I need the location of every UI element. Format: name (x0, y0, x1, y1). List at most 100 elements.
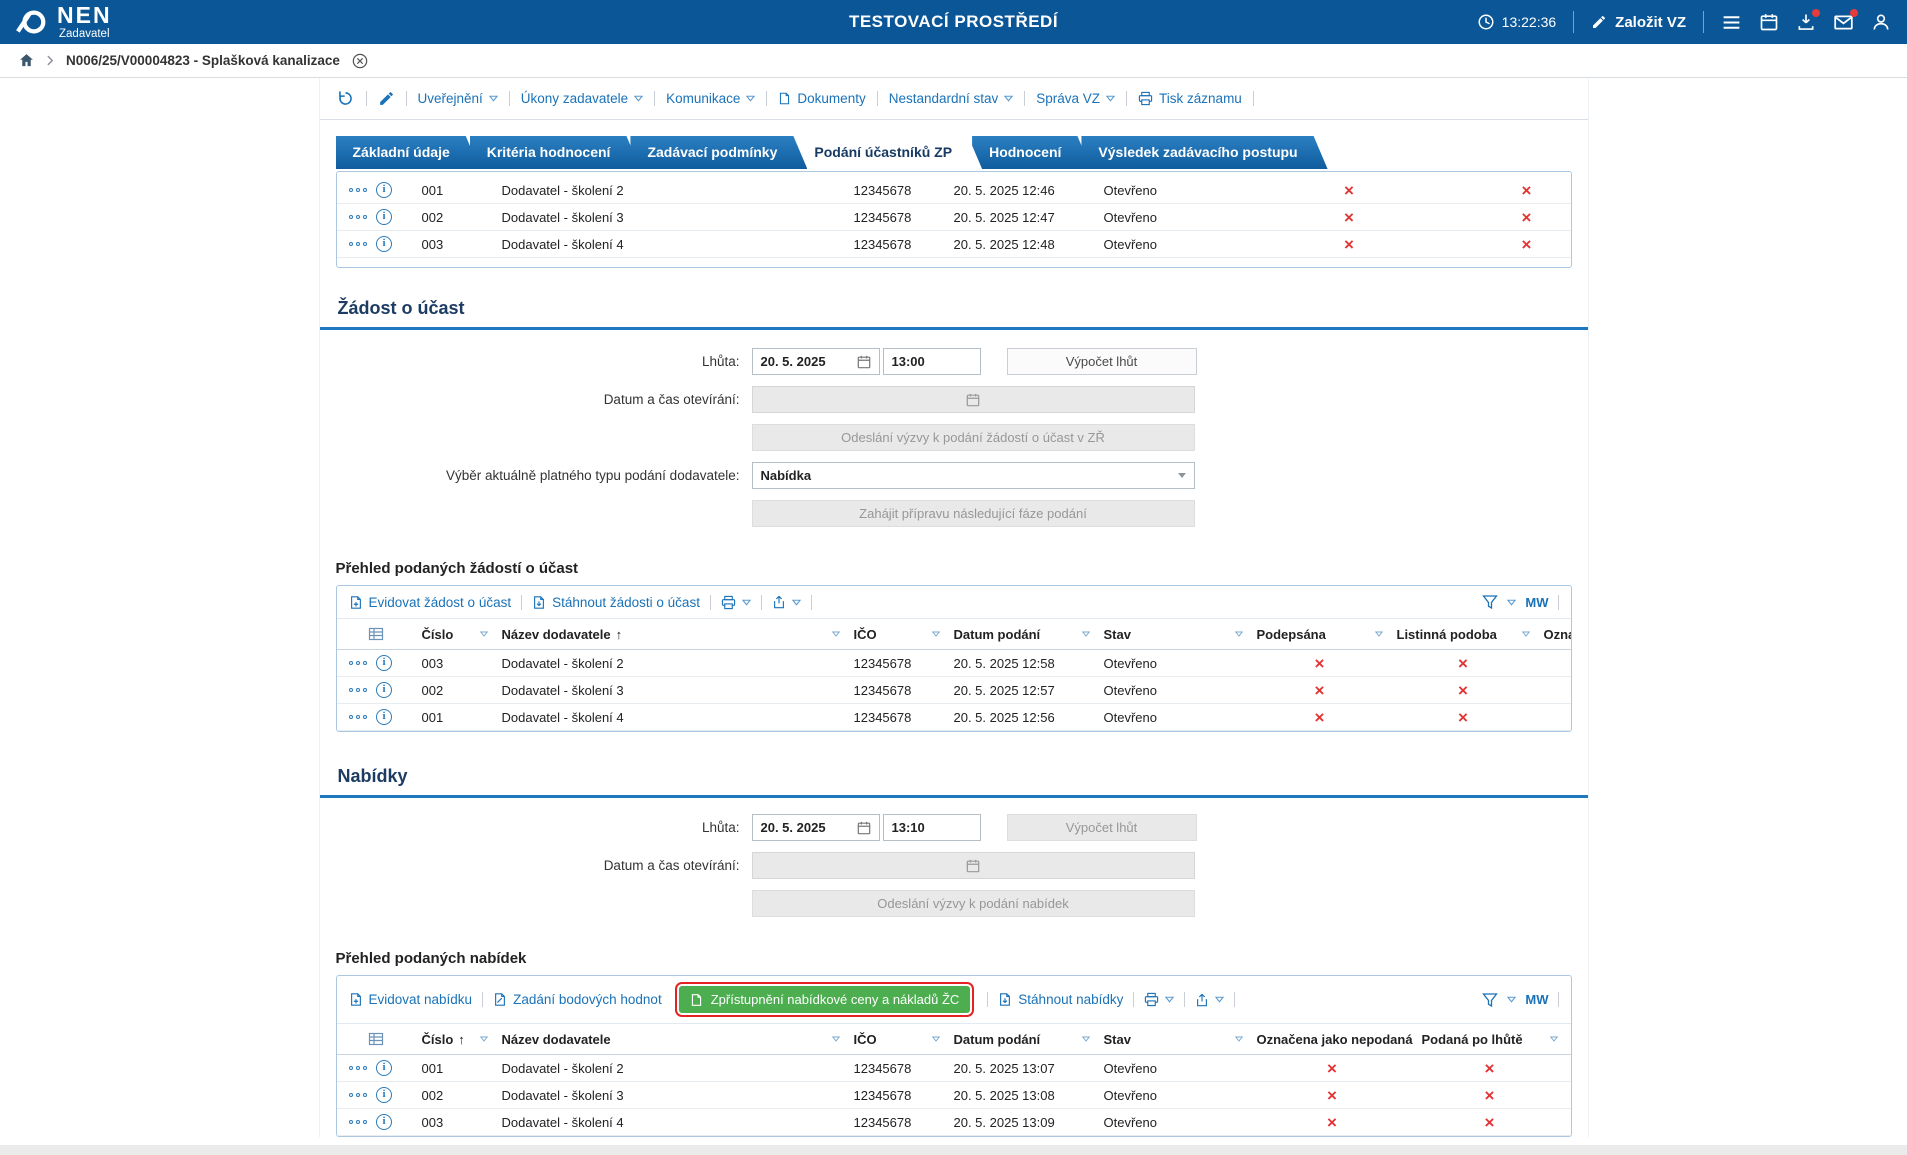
datum-oteviranni-label: Datum a čas otevírání: (603, 392, 740, 407)
column-header-oznacena[interactable]: Označena jako nepodaná (1537, 627, 1571, 642)
create-vz-button[interactable]: Založit VZ (1591, 14, 1686, 31)
tab-hodnoceni[interactable]: Hodnocení (972, 136, 1091, 169)
column-header-dodavatel[interactable]: Název dodavatele (495, 1032, 847, 1047)
record-breadcrumb-title[interactable]: N006/25/V00004823 - Splašková kanalizace (66, 53, 340, 68)
column-settings-icon[interactable] (337, 626, 415, 642)
lhuta-time-input[interactable]: 13:10 (882, 814, 981, 841)
row-actions-icon[interactable] (348, 214, 367, 220)
info-icon[interactable] (376, 682, 392, 698)
lhuta-label: Lhůta: (701, 820, 740, 835)
table-row[interactable]: 002 Dodavatel - školení 3 12345678 20. 5… (336, 677, 1571, 704)
row-actions-icon[interactable] (348, 687, 367, 693)
menu-ukony-zadavatele[interactable]: Úkony zadavatele (521, 91, 644, 106)
export-table-button[interactable] (772, 595, 801, 609)
zadani-bodovych-hodnot-button[interactable]: Zadání bodových hodnot (493, 992, 662, 1007)
column-header-podepsana[interactable]: Podepsána (1250, 627, 1390, 642)
chevron-down-icon (488, 95, 498, 102)
mw-button[interactable]: MW (1525, 992, 1548, 1007)
menu-nestandardni-stav[interactable]: Nestandardní stav (889, 91, 1014, 106)
export-table-button[interactable] (1195, 993, 1225, 1007)
menu-dokumenty[interactable]: Dokumenty (778, 91, 866, 106)
cross-icon: × (1327, 1058, 1337, 1078)
table-row[interactable]: 001 Dodavatel - školení 4 12345678 20. 5… (336, 704, 1571, 731)
info-icon[interactable] (376, 236, 392, 252)
menu-uverejneni[interactable]: Uveřejnění (418, 91, 498, 106)
column-header-stav[interactable]: Stav (1097, 627, 1250, 642)
column-header-datum[interactable]: Datum podání (947, 1032, 1097, 1047)
page-bottom-scrollbar[interactable] (0, 1145, 1907, 1155)
column-header-podana[interactable]: Podaná po lhůtě (1415, 1032, 1565, 1047)
evidovat-nabidku-button[interactable]: Evidovat nabídku (349, 992, 472, 1007)
column-header-stav[interactable]: Stav (1097, 1032, 1250, 1047)
stahnout-nabidky-button[interactable]: Stáhnout nabídky (998, 992, 1123, 1007)
stahnout-zadosti-button[interactable]: Stáhnout žádosti o účast (532, 595, 700, 610)
table-row[interactable]: 003 Dodavatel - školení 4 12345678 20. 5… (336, 1109, 1571, 1136)
mw-button[interactable]: MW (1525, 595, 1548, 610)
column-settings-icon[interactable] (337, 1031, 415, 1047)
filter-icon[interactable] (1482, 594, 1499, 610)
column-header-oznacena[interactable]: Označena jako nepodaná (1250, 1032, 1415, 1047)
info-icon[interactable] (376, 209, 392, 225)
toolbar-separator (1234, 992, 1236, 1007)
info-icon[interactable] (376, 1114, 392, 1130)
info-icon[interactable] (376, 182, 392, 198)
column-header-ico[interactable]: IČO (847, 1032, 947, 1047)
nen-logo-icon (16, 6, 48, 38)
column-header-datum[interactable]: Datum podání (947, 627, 1097, 642)
row-actions-icon[interactable] (348, 241, 367, 247)
print-table-button[interactable] (721, 595, 751, 610)
zpristupneni-nabidkove-ceny-button[interactable]: Zpřístupnění nabídkové ceny a nákladů ŽC (674, 982, 975, 1017)
nen-logo[interactable]: NEN Zadavatel (16, 3, 112, 41)
row-actions-icon[interactable] (348, 1092, 367, 1098)
table-row[interactable]: 001 Dodavatel - školení 2 12345678 20. 5… (336, 1055, 1571, 1082)
menu-komunikace[interactable]: Komunikace (666, 91, 756, 106)
tab-vysledek-zadavaciho-postupu[interactable]: Výsledek zadávacího postupu (1081, 136, 1327, 169)
table-row[interactable]: 003 Dodavatel - školení 4 12345678 20. 5… (336, 231, 1571, 258)
table-row[interactable]: 001 Dodavatel - školení 2 12345678 20. 5… (336, 177, 1571, 204)
column-header-listinna[interactable]: Listinná podoba (1390, 627, 1537, 642)
row-actions-icon[interactable] (348, 714, 367, 720)
clock-icon (1477, 13, 1495, 31)
document-download-icon (534, 595, 545, 609)
user-profile-icon[interactable] (1871, 12, 1891, 32)
record-tabs: Základní údaje Kritéria hodnocení Zadáva… (320, 120, 1588, 169)
menu-tisk-zaznamu[interactable]: Tisk záznamu (1138, 91, 1242, 106)
table-row[interactable]: 003 Dodavatel - školení 2 12345678 20. 5… (336, 650, 1571, 677)
home-icon[interactable] (18, 52, 35, 69)
table-row[interactable]: 002 Dodavatel - školení 3 12345678 20. 5… (336, 1082, 1571, 1109)
lhuta-date-input[interactable]: 20. 5. 2025 (751, 814, 880, 841)
tab-zakladni-udaje[interactable]: Základní údaje (336, 136, 480, 169)
info-icon[interactable] (376, 655, 392, 671)
column-header-cislo[interactable]: Číslo (415, 627, 495, 642)
menu-hamburger-icon[interactable] (1721, 12, 1742, 33)
filter-icon[interactable] (1482, 992, 1499, 1008)
lhuta-date-input[interactable]: 20. 5. 2025 (751, 348, 880, 375)
tab-podani-ucastniku-zp[interactable]: Podání účastníků ZP (797, 136, 982, 169)
close-record-icon[interactable] (352, 53, 368, 69)
tab-zadavaci-podminky[interactable]: Zadávací podmínky (630, 136, 807, 169)
column-header-cislo[interactable]: Číslo ↑ (415, 1032, 495, 1047)
print-table-button[interactable] (1144, 992, 1175, 1007)
row-actions-icon[interactable] (348, 1065, 367, 1071)
tab-kriteria-hodnoceni[interactable]: Kritéria hodnocení (470, 136, 641, 169)
table-row[interactable]: 002 Dodavatel - školení 3 12345678 20. 5… (336, 204, 1571, 231)
lhuta-time-input[interactable]: 13:00 (882, 348, 981, 375)
evidovat-zadost-button[interactable]: Evidovat žádost o účast (349, 595, 511, 610)
column-header-dodavatel[interactable]: Název dodavatele ↑ (495, 627, 847, 642)
vypocet-lhut-button[interactable]: Výpočet lhůt (1006, 348, 1197, 375)
menu-sprava-vz[interactable]: Správa VZ (1036, 91, 1116, 106)
toolbar-separator (766, 91, 768, 106)
info-icon[interactable] (376, 1087, 392, 1103)
calendar-icon[interactable] (1759, 12, 1779, 32)
messages-icon[interactable] (1833, 8, 1858, 33)
edit-record-icon[interactable] (378, 90, 395, 107)
row-actions-icon[interactable] (348, 1119, 367, 1125)
history-icon[interactable] (336, 89, 355, 108)
downloads-icon[interactable] (1796, 9, 1820, 32)
row-actions-icon[interactable] (348, 187, 367, 193)
row-actions-icon[interactable] (348, 660, 367, 666)
typ-podani-select[interactable]: Nabídka (751, 462, 1195, 489)
info-icon[interactable] (376, 1060, 392, 1076)
column-header-ico[interactable]: IČO (847, 627, 947, 642)
info-icon[interactable] (376, 709, 392, 725)
